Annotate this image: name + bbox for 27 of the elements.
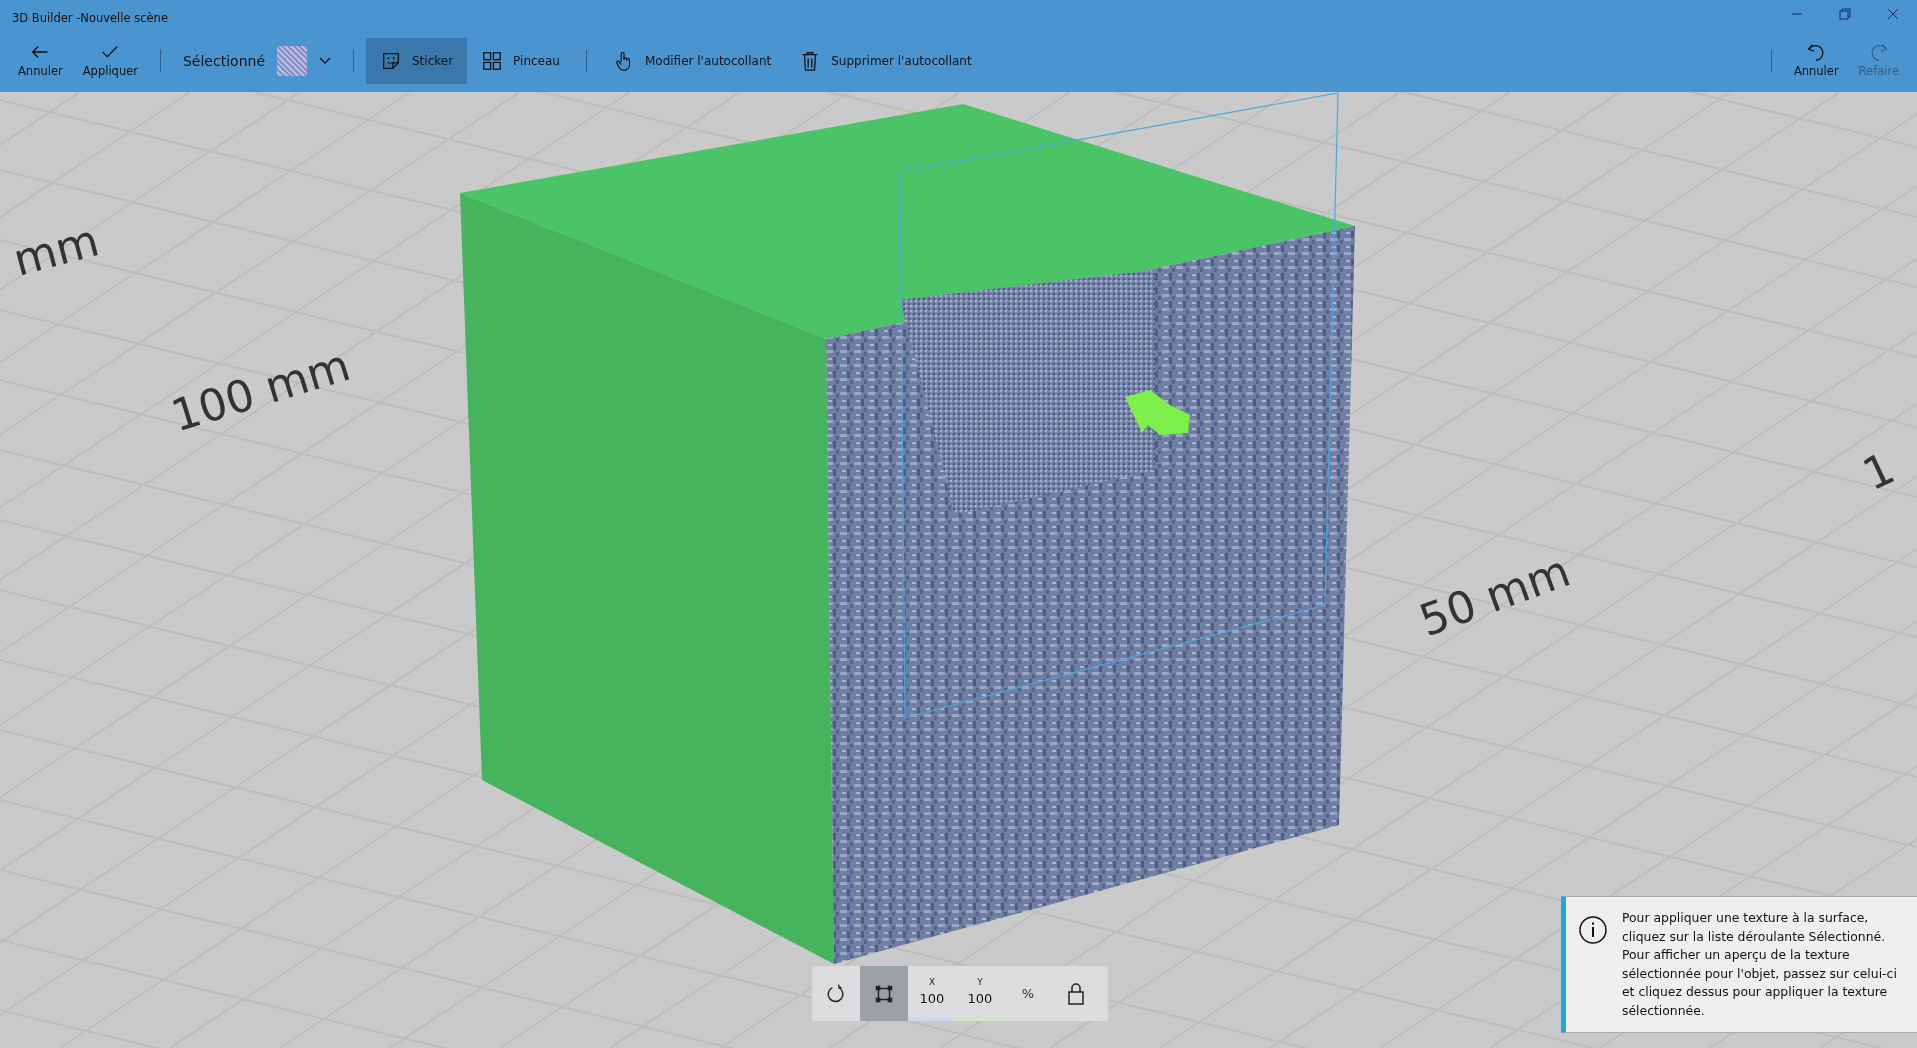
texture-dropdown[interactable]: Sélectionné [173,46,341,76]
close-icon[interactable] [1887,8,1899,20]
restore-icon[interactable] [1839,8,1851,20]
grid-icon [481,50,504,72]
grid-scale-label: 50 mm [1412,544,1577,646]
toolbar-button[interactable]: Appliquer [72,37,148,85]
toolbar-button[interactable]: Modifier l'autocollant [598,38,786,84]
dimension-field[interactable]: Y 100 [956,966,1004,1021]
toolbar-button[interactable]: Annuler [1783,37,1849,85]
mode-tab[interactable]: Sticker [366,38,468,84]
dimension-field[interactable]: X 100 [908,966,956,1021]
unit-label: % [1020,984,1036,1003]
sticker-icon [380,50,402,72]
cube-drawing[interactable] [460,92,1355,964]
grid-scale-label: mm [8,214,104,286]
window-title: 3D Builder -Nouvelle scène [11,10,168,27]
texture-swatch [277,46,307,76]
mode-tab[interactable]: Pinceau [467,38,574,84]
toolbar-button[interactable]: Annuler [8,37,73,85]
chevron-down-icon [319,57,331,65]
grid-scale-label: 100 mm [165,338,356,442]
info-icon [1578,915,1608,945]
info-message: Pour appliquer une texture à la surface, cliquez sur la liste déroulante Sélectionné. Pour afficher un aperçu de la texture sélectionnée pour l'objet, passez sur celui-ci et cliquez dessus pour appliquer la texture sélectionnée. [1622,909,1898,1020]
toolbar-button[interactable]: Supprimer l'autocollant [785,38,986,84]
grid-scale-label: 1 [1855,441,1902,500]
lock-icon [1066,981,1086,1006]
transform-tool-button[interactable] [860,966,908,1021]
